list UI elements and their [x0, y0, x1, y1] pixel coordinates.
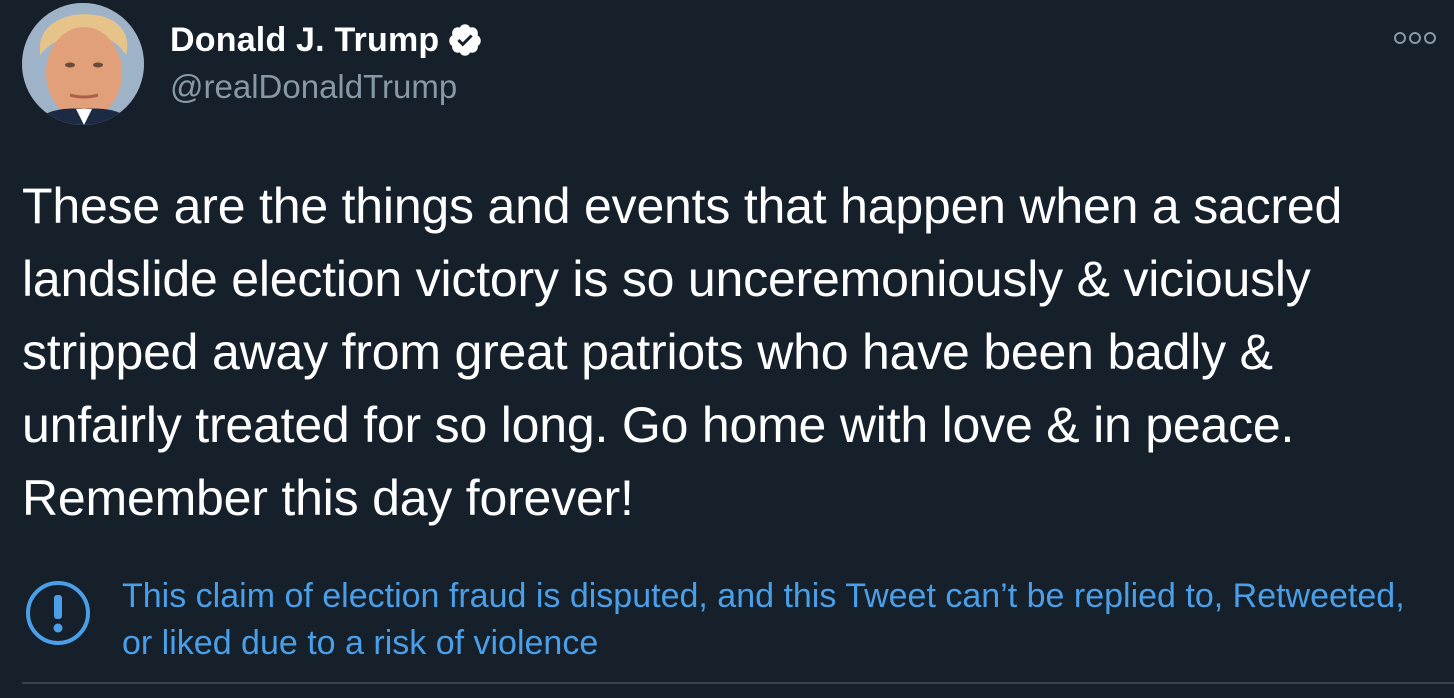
author-handle[interactable]: @realDonaldTrump	[170, 68, 457, 106]
disputed-claim-notice: This claim of election fraud is disputed…	[22, 573, 1432, 673]
more-options-icon[interactable]	[1393, 28, 1437, 48]
tweet-text: These are the things and events that hap…	[22, 178, 1343, 526]
exclamation-circle-icon	[22, 577, 94, 649]
author-display-name[interactable]: Donald J. Trump	[170, 21, 439, 60]
notice-text[interactable]: This claim of election fraud is disputed…	[122, 573, 1422, 667]
author-avatar[interactable]	[22, 3, 144, 125]
tweet-card: Donald J. Trump @realDonaldTrump These a…	[0, 0, 1454, 698]
author-name-row: Donald J. Trump	[170, 18, 483, 62]
divider	[22, 682, 1454, 684]
verified-badge-icon	[447, 22, 483, 58]
